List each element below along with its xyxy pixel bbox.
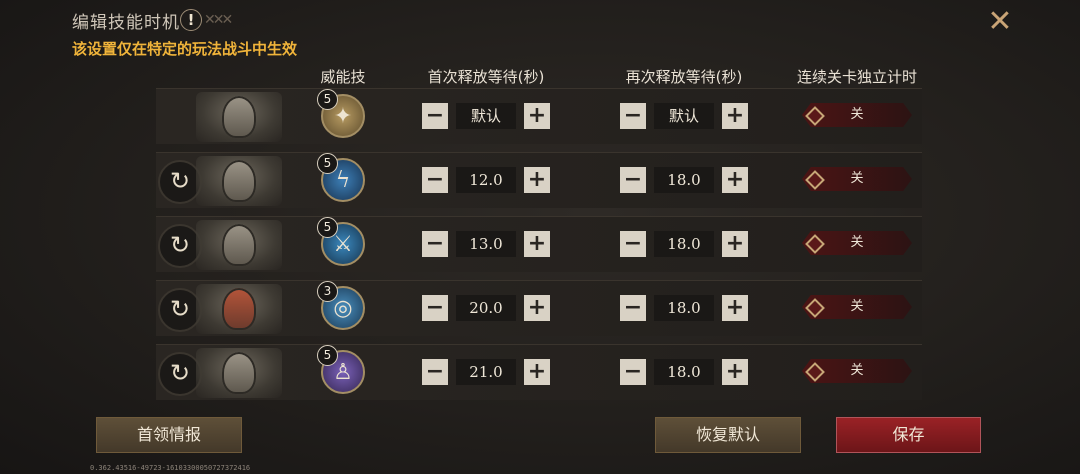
first-wait-increase-button[interactable]: + (524, 295, 550, 321)
first-wait-value: 13.0 (456, 231, 516, 257)
restore-default-button[interactable]: 恢复默认 (655, 417, 801, 453)
repeat-wait-increase-button[interactable]: + (722, 359, 748, 385)
hero-row: ↻ ◎ 3 − 20.0 + − 18.0 + 关 (156, 280, 922, 336)
warning-icon[interactable]: ! (180, 9, 202, 31)
first-wait-decrease-button[interactable]: − (422, 295, 448, 321)
first-wait-value: 默认 (456, 103, 516, 129)
hero-row: ↻ ϟ 5 − 12.0 + − 18.0 + 关 (156, 152, 922, 208)
repeat-wait-decrease-button[interactable]: − (620, 103, 646, 129)
col-repeat-wait-header: 再次释放等待(秒) (625, 68, 743, 86)
page-title: 编辑技能时机 (72, 13, 180, 33)
repeat-wait-increase-button[interactable]: + (722, 103, 748, 129)
page-subtitle: 该设置仅在特定的玩法战斗中生效 (72, 40, 298, 58)
hero-portrait (196, 348, 282, 398)
save-button[interactable]: 保存 (836, 417, 981, 453)
close-icon[interactable]: ✕ (986, 7, 1014, 37)
first-wait-decrease-button[interactable]: − (422, 167, 448, 193)
repeat-wait-decrease-button[interactable]: − (620, 359, 646, 385)
hero-portrait (196, 220, 282, 270)
skill-level-badge: 3 (317, 281, 338, 302)
hero-portrait (196, 284, 282, 334)
repeat-wait-value: 18.0 (654, 167, 714, 193)
first-wait-increase-button[interactable]: + (524, 359, 550, 385)
first-wait-value: 21.0 (456, 359, 516, 385)
hero-row: ↻ ⚔ 5 − 13.0 + − 18.0 + 关 (156, 216, 922, 272)
repeat-wait-decrease-button[interactable]: − (620, 231, 646, 257)
skill-level-badge: 5 (317, 153, 338, 174)
hero-row: ↻ ♙ 5 − 21.0 + − 18.0 + 关 (156, 344, 922, 400)
skill-level-badge: 5 (317, 345, 338, 366)
independent-timer-toggle[interactable]: 关 (802, 231, 912, 255)
col-skill-header: 威能技 (320, 68, 366, 86)
version-text: 0.362.43516-49723-16103300050727372416 (90, 464, 251, 472)
boss-info-button[interactable]: 首领情报 (96, 417, 242, 453)
first-wait-decrease-button[interactable]: − (422, 231, 448, 257)
first-wait-increase-button[interactable]: + (524, 167, 550, 193)
col-first-wait-header: 首次释放等待(秒) (427, 68, 545, 86)
hero-portrait (196, 156, 282, 206)
hero-row: ✦ 5 − 默认 + − 默认 + 关 (156, 88, 922, 144)
first-wait-increase-button[interactable]: + (524, 231, 550, 257)
skill-level-badge: 5 (317, 217, 338, 238)
hero-portrait (196, 92, 282, 142)
repeat-wait-value: 18.0 (654, 231, 714, 257)
first-wait-increase-button[interactable]: + (524, 103, 550, 129)
independent-timer-toggle[interactable]: 关 (802, 167, 912, 191)
repeat-wait-decrease-button[interactable]: − (620, 295, 646, 321)
repeat-wait-decrease-button[interactable]: − (620, 167, 646, 193)
title-decoration: ✕✕✕ (204, 12, 233, 28)
independent-timer-toggle[interactable]: 关 (802, 103, 912, 127)
repeat-wait-value: 默认 (654, 103, 714, 129)
independent-timer-toggle[interactable]: 关 (802, 295, 912, 319)
repeat-wait-increase-button[interactable]: + (722, 295, 748, 321)
first-wait-decrease-button[interactable]: − (422, 103, 448, 129)
col-independent-timer-header: 连续关卡独立计时 (796, 68, 918, 86)
skill-level-badge: 5 (317, 89, 338, 110)
independent-timer-toggle[interactable]: 关 (802, 359, 912, 383)
repeat-wait-increase-button[interactable]: + (722, 167, 748, 193)
repeat-wait-value: 18.0 (654, 359, 714, 385)
first-wait-value: 12.0 (456, 167, 516, 193)
repeat-wait-increase-button[interactable]: + (722, 231, 748, 257)
repeat-wait-value: 18.0 (654, 295, 714, 321)
first-wait-value: 20.0 (456, 295, 516, 321)
first-wait-decrease-button[interactable]: − (422, 359, 448, 385)
